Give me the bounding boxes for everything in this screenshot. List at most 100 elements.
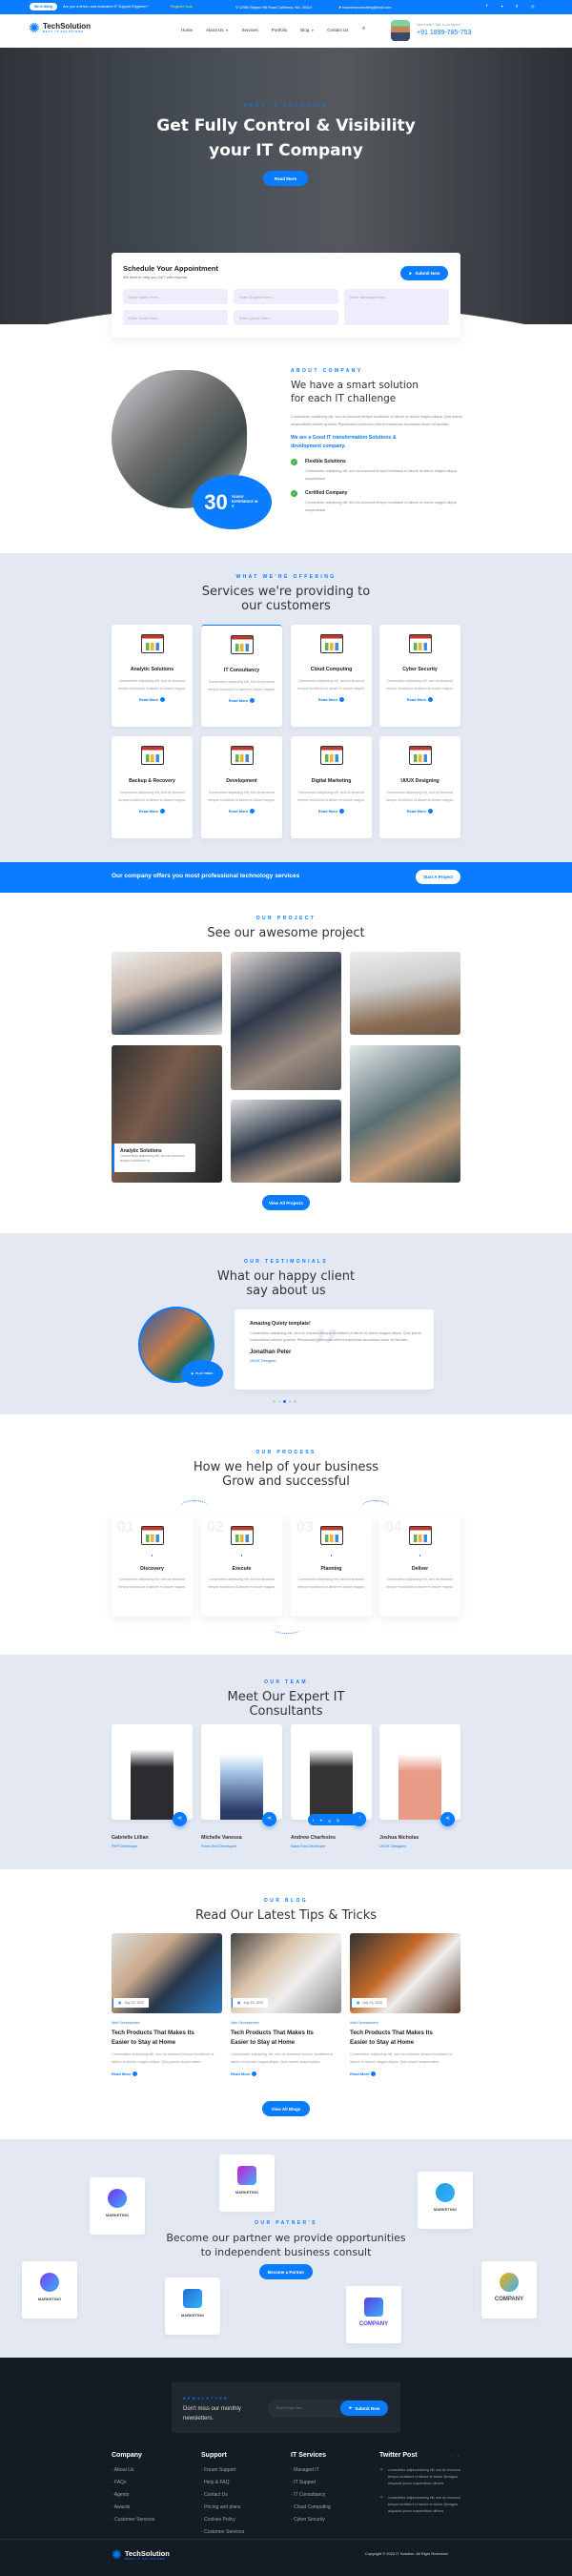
read-more-link[interactable]: Read More bbox=[231, 2071, 341, 2076]
read-more-link[interactable]: Read More bbox=[112, 697, 193, 702]
partner-logo[interactable]: MARKETING bbox=[90, 2177, 145, 2235]
service-card[interactable]: IT Consultancy Consectetur adipiscing eli… bbox=[201, 625, 282, 727]
blog-image[interactable]: ▦ July 23, 2022 bbox=[231, 1933, 341, 2013]
share-icon[interactable]: ⋖ bbox=[173, 1812, 187, 1826]
search-icon[interactable]: ⌕ bbox=[362, 26, 365, 32]
share-icon[interactable]: ⋖ bbox=[262, 1812, 276, 1826]
newsletter-submit-button[interactable]: ➤ Submit Now bbox=[340, 2401, 388, 2416]
read-more-link[interactable]: Read More bbox=[291, 697, 372, 702]
project-image[interactable] bbox=[231, 1100, 341, 1183]
blog-title[interactable]: Tech Products That Makes Its Easier to S… bbox=[350, 2029, 450, 2048]
email[interactable]: ➤ businessconsulting@mail.com bbox=[338, 5, 391, 10]
footer-link[interactable]: · Agents bbox=[112, 2492, 193, 2498]
footer-link[interactable]: · Forum Support bbox=[201, 2467, 282, 2473]
prev-arrow-icon[interactable]: ‹ bbox=[452, 2453, 453, 2458]
footer-link[interactable]: · Contact Us bbox=[201, 2492, 282, 2498]
footer-link[interactable]: · Pricing and plans bbox=[201, 2504, 282, 2510]
whatsapp-icon[interactable]: ◎ bbox=[337, 1818, 340, 1823]
read-more-link[interactable]: Read More bbox=[350, 2071, 460, 2076]
twitter-icon[interactable]: ✦ bbox=[319, 1818, 322, 1823]
become-partner-button[interactable]: Become a Partner bbox=[259, 2264, 313, 2279]
share-icon[interactable]: ⋖ bbox=[440, 1812, 455, 1826]
project-image[interactable] bbox=[112, 952, 222, 1035]
partner-logo[interactable]: COMPANY bbox=[481, 2261, 537, 2318]
start-project-button[interactable]: Start A Project bbox=[416, 870, 460, 884]
nav-item-blog[interactable]: Blog ▼ bbox=[300, 28, 314, 32]
submit-now-button[interactable]: ➤ Submit Now bbox=[400, 266, 448, 280]
service-card[interactable]: Analytic Solutions Consectetur adipiscing… bbox=[112, 625, 193, 727]
footer-link[interactable]: · IT Support bbox=[291, 2480, 372, 2485]
footer-link[interactable]: · Customer Services bbox=[112, 2517, 193, 2523]
read-more-link[interactable]: Read More bbox=[112, 2071, 222, 2076]
service-card[interactable]: Digital Marketing Consectetur adipiscing … bbox=[291, 736, 372, 838]
message-input[interactable]: Enter Message Here... bbox=[344, 289, 449, 325]
name-input[interactable]: Enter Name Here... bbox=[123, 289, 228, 304]
email-input[interactable]: Enter Email Here... bbox=[123, 310, 228, 325]
phone-number[interactable]: +91 1899-785-753 bbox=[417, 30, 471, 36]
project-image[interactable] bbox=[231, 952, 341, 1090]
footer-link[interactable]: · Cookies Policy bbox=[201, 2517, 282, 2523]
view-all-projects-button[interactable]: View All Projects bbox=[262, 1195, 310, 1210]
logo[interactable]: ✺ TechSolution BEST IT SOLUTIONS bbox=[29, 21, 91, 34]
view-all-blogs-button[interactable]: View All Blogs bbox=[262, 2101, 310, 2116]
google-plus-icon[interactable]: g bbox=[516, 4, 518, 8]
nav-item-about-us[interactable]: About Us ▼ bbox=[206, 28, 229, 32]
footer-link[interactable]: · IT Consultancy bbox=[291, 2492, 372, 2498]
service-card[interactable]: Development Consectetur adipiscing elit, … bbox=[201, 736, 282, 838]
nav-item-portfolio[interactable]: Portfolio bbox=[272, 28, 288, 32]
carousel-dot[interactable] bbox=[294, 1400, 296, 1403]
read-more-link[interactable]: Read More bbox=[201, 698, 282, 703]
play-video-button[interactable]: ▶ PLAY VIDEO bbox=[181, 1360, 223, 1387]
carousel-dot[interactable] bbox=[283, 1400, 286, 1403]
blog-title[interactable]: Tech Products That Makes Its Easier to S… bbox=[112, 2029, 212, 2048]
carousel-dot[interactable] bbox=[288, 1400, 291, 1403]
read-more-link[interactable]: Read More bbox=[112, 809, 193, 814]
partner-logo[interactable]: MARKETING bbox=[165, 2277, 220, 2335]
footer-link[interactable]: · Awards bbox=[112, 2504, 193, 2510]
blog-title[interactable]: Tech Products That Makes Its Easier to S… bbox=[231, 2029, 331, 2048]
blog-category[interactable]: Web Development bbox=[112, 2021, 222, 2025]
footer-link[interactable]: · FAQs bbox=[112, 2480, 193, 2485]
blog-category[interactable]: Web Development bbox=[231, 2021, 341, 2025]
read-more-link[interactable]: Read More bbox=[379, 697, 460, 702]
partner-logo[interactable]: MARKETING bbox=[22, 2261, 77, 2318]
nav-item-services[interactable]: Services bbox=[242, 28, 258, 32]
nav-item-home[interactable]: Home bbox=[181, 28, 193, 32]
partner-logo[interactable]: MARKETING bbox=[219, 2154, 275, 2212]
footer-logo[interactable]: ✺ TechSolution BEST IT SOLUTIONS bbox=[112, 2547, 170, 2563]
project-image[interactable] bbox=[350, 952, 460, 1035]
whatsapp-icon[interactable]: ◎ bbox=[531, 4, 534, 9]
subject-input[interactable]: Enter Subject Here... bbox=[234, 289, 338, 304]
phone-input[interactable]: Enter phone Here... bbox=[234, 310, 338, 325]
facebook-icon[interactable]: f bbox=[486, 4, 487, 8]
service-card[interactable]: UI/UX Designing Consectetur adipiscing el… bbox=[379, 736, 460, 838]
service-card[interactable]: Backup & Recovery Consectetur adipiscing … bbox=[112, 736, 193, 838]
carousel-dot[interactable] bbox=[277, 1400, 280, 1403]
footer-link[interactable]: · Help & FAQ bbox=[201, 2480, 282, 2485]
footer-link[interactable]: · Customer Services bbox=[201, 2529, 282, 2535]
register-link[interactable]: Register Now bbox=[171, 5, 193, 9]
service-card[interactable]: Cloud Computing Consectetur adipiscing el… bbox=[291, 625, 372, 727]
nav-item-contact-us[interactable]: Contact Us bbox=[327, 28, 348, 32]
project-image[interactable]: Analytic Solutions Consectetur adipiscin… bbox=[112, 1045, 222, 1183]
partner-logo[interactable]: MARKETING bbox=[418, 2172, 473, 2229]
read-more-link[interactable]: Read More bbox=[379, 809, 460, 814]
blog-image[interactable]: ▦ July 23, 2022 bbox=[112, 1933, 222, 2013]
footer-link[interactable]: · Cloud Computing bbox=[291, 2504, 372, 2510]
footer-link[interactable]: · Managed IT bbox=[291, 2467, 372, 2473]
read-more-link[interactable]: Read More bbox=[291, 809, 372, 814]
blog-category[interactable]: Web Development bbox=[350, 2021, 460, 2025]
read-more-link[interactable]: Read More bbox=[201, 809, 282, 814]
google-plus-icon[interactable]: g bbox=[328, 1818, 330, 1823]
footer-link[interactable]: · About Us bbox=[112, 2467, 193, 2473]
partner-logo[interactable]: COMPANY bbox=[346, 2286, 401, 2343]
project-image[interactable] bbox=[350, 1045, 460, 1183]
footer-link[interactable]: · Cyber Security bbox=[291, 2517, 372, 2523]
read-more-button[interactable]: Read More bbox=[263, 171, 308, 186]
twitter-icon[interactable]: ✦ bbox=[500, 4, 503, 9]
carousel-dot[interactable] bbox=[273, 1400, 276, 1403]
next-arrow-icon[interactable]: › bbox=[458, 2453, 459, 2458]
hiring-badge[interactable]: We're Hiring bbox=[30, 3, 58, 10]
service-card[interactable]: Cyber Security Consectetur adipiscing eli… bbox=[379, 625, 460, 727]
blog-image[interactable]: ▦ July 23, 2022 bbox=[350, 1933, 460, 2013]
